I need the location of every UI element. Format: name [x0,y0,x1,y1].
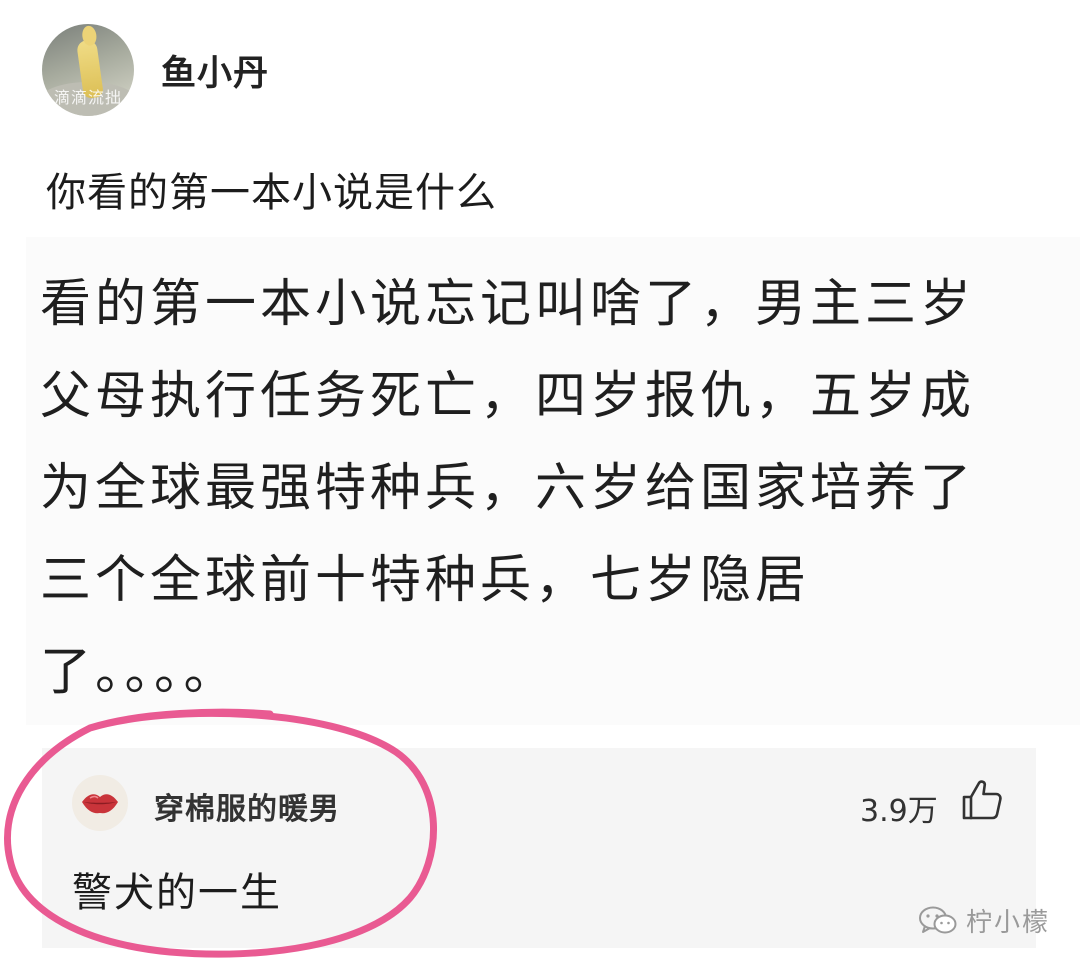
post-question: 你看的第一本小说是什么 [46,170,497,216]
commenter-avatar[interactable] [72,775,128,831]
quoted-answer-image: 看的第一本小说忘记叫啥了，男主三岁 父母执行任务死亡，四岁报仇，五岁成 为全球最… [26,237,1080,725]
post-header: 滴滴流拙 鱼小丹 [42,22,269,118]
lips-icon [82,794,118,814]
like-count: 3.9万 [860,794,938,829]
thumbs-up-icon[interactable] [960,778,1004,822]
comment-card: 穿棉服的暖男 3.9万 警犬的一生 [42,748,1036,948]
answer-text: 看的第一本小说忘记叫啥了，男主三岁 父母执行任务死亡，四岁报仇，五岁成 为全球最… [40,275,976,702]
watermark: 柠小檬 [918,902,1050,939]
commenter-username[interactable]: 穿棉服的暖男 [154,784,340,828]
watermark-text: 柠小檬 [966,908,1051,938]
user-avatar[interactable]: 滴滴流拙 [42,24,134,116]
wechat-icon [919,906,957,933]
avatar-watermark-text: 滴滴流拙 [53,88,122,107]
post-username[interactable]: 鱼小丹 [161,45,269,96]
comment-text: 警犬的一生 [72,870,282,916]
